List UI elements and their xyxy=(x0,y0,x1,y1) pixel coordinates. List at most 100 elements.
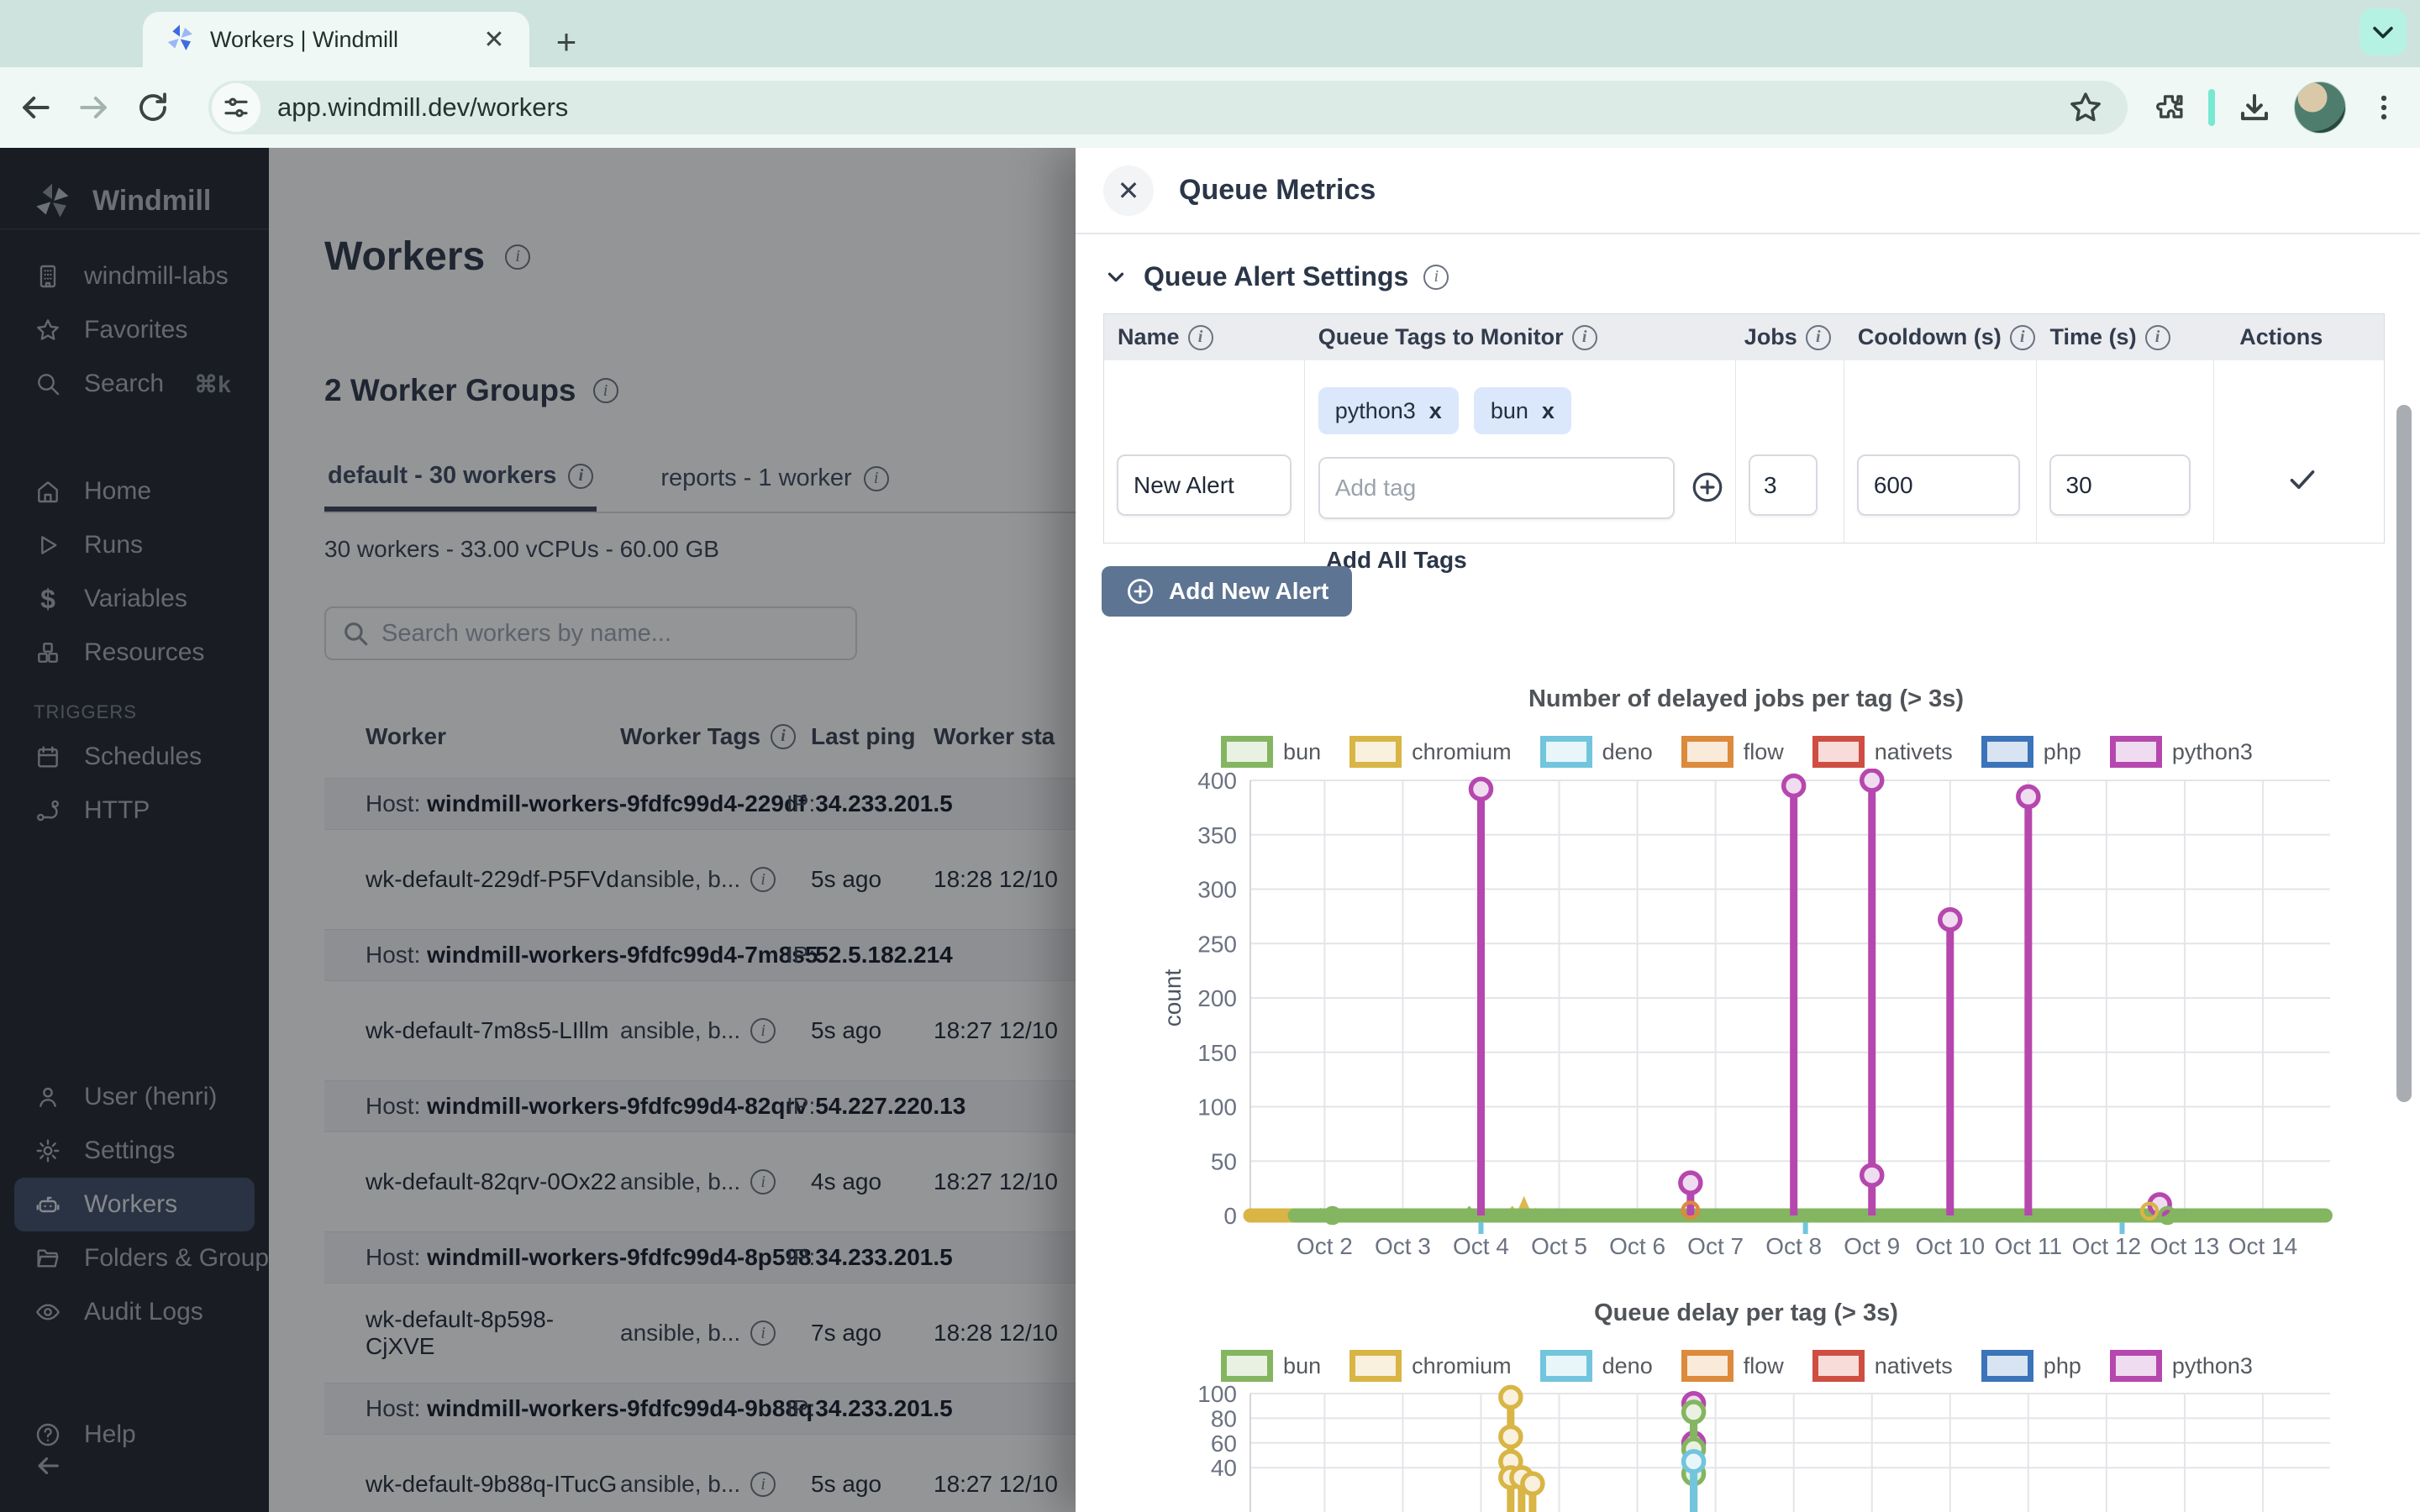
worker-search-input[interactable] xyxy=(381,620,840,648)
sidebar-item-http[interactable]: HTTP xyxy=(0,784,269,837)
sidebar-item-favorites[interactable]: Favorites xyxy=(0,303,269,357)
sidebar-item-workers[interactable]: Workers xyxy=(14,1178,255,1231)
tags-info-icon[interactable]: i xyxy=(750,1169,776,1194)
browser-tab[interactable]: Workers | Windmill ✕ xyxy=(143,12,529,67)
sidebar-item-home[interactable]: Home xyxy=(0,465,269,518)
time-input[interactable] xyxy=(2049,454,2191,516)
jobs-input[interactable] xyxy=(1749,454,1818,516)
site-settings-icon[interactable] xyxy=(212,83,260,132)
tags-info-icon[interactable]: i xyxy=(750,867,776,892)
legend-swatch-chromium[interactable] xyxy=(1349,1350,1402,1382)
add-tag-input[interactable] xyxy=(1318,457,1675,519)
drawer-scrollbar-thumb[interactable] xyxy=(2396,405,2412,1102)
sidebar-item-label: Resources xyxy=(84,638,204,667)
sidebar-item-variables[interactable]: $Variables xyxy=(0,572,269,626)
sidebar-item-runs[interactable]: Runs xyxy=(0,518,269,572)
bookmark-star-icon[interactable] xyxy=(2067,89,2104,126)
add-new-alert-button[interactable]: Add New Alert xyxy=(1102,566,1352,617)
sidebar-item-search[interactable]: Search⌘k xyxy=(0,357,269,411)
tab-info-icon[interactable]: i xyxy=(864,466,889,491)
svg-text:200: 200 xyxy=(1197,985,1237,1011)
queue-metrics-drawer: ✕ Queue Metrics Queue Alert Settings i N… xyxy=(1076,148,2420,1512)
windmill-logo[interactable]: Windmill xyxy=(0,148,269,228)
tag-pill-python3[interactable]: python3x xyxy=(1318,387,1459,434)
browser-menu-kebab-icon[interactable] xyxy=(2368,92,2400,123)
worker-group-tab-0[interactable]: default - 30 workersi xyxy=(324,449,597,512)
downloads-icon[interactable] xyxy=(2237,90,2272,125)
sidebar-workspace-windmill-labs[interactable]: windmill-labs xyxy=(0,249,269,303)
tags-info-icon[interactable]: i xyxy=(750,1472,776,1497)
tab-strip-chevron-button[interactable] xyxy=(2360,8,2407,55)
logo-label: Windmill xyxy=(92,185,211,218)
svg-text:Oct 14: Oct 14 xyxy=(2228,1233,2297,1259)
sidebar-item-label: Home xyxy=(84,477,151,506)
section-chevron-down-icon[interactable] xyxy=(1103,265,1128,290)
col-cooldown-label: Cooldown (s) xyxy=(1858,324,2002,350)
forward-button[interactable] xyxy=(71,84,118,131)
new-tab-button[interactable]: + xyxy=(544,22,588,62)
sidebar-item-folders-groups[interactable]: Folders & Groups... xyxy=(0,1231,269,1285)
tab-info-icon[interactable]: i xyxy=(568,464,593,489)
tags-info-icon[interactable]: i xyxy=(750,1320,776,1346)
url-bar[interactable]: app.windmill.dev/workers xyxy=(208,81,2128,134)
worker-groups-info-icon[interactable]: i xyxy=(593,378,618,403)
remove-tag-icon[interactable]: x xyxy=(1542,398,1555,424)
extensions-puzzle-icon[interactable] xyxy=(2151,90,2186,125)
sidebar-item-schedules[interactable]: Schedules xyxy=(0,730,269,784)
legend-swatch-flow[interactable] xyxy=(1681,736,1733,768)
tag-pill-bun[interactable]: bunx xyxy=(1474,387,1571,434)
cooldown-input[interactable] xyxy=(1857,454,2020,516)
legend-swatch-nativets[interactable] xyxy=(1812,736,1865,768)
worker-group-tab-1[interactable]: reports - 1 workeri xyxy=(657,449,892,512)
legend-label-deno: deno xyxy=(1602,739,1653,765)
workers-info-icon[interactable]: i xyxy=(505,244,530,270)
sidebar-item-user-henri[interactable]: User (henri) xyxy=(0,1070,269,1124)
drawer-close-button[interactable]: ✕ xyxy=(1103,165,1154,216)
star-icon xyxy=(34,316,62,344)
legend-swatch-bun[interactable] xyxy=(1221,736,1273,768)
alert-settings-info-icon[interactable]: i xyxy=(1423,265,1449,290)
svg-text:Oct 5: Oct 5 xyxy=(1531,1233,1587,1259)
alert-name-input[interactable] xyxy=(1117,454,1292,516)
svg-text:100: 100 xyxy=(1197,1095,1237,1121)
queue-delay-chart-title: Queue delay per tag (> 3s) xyxy=(1103,1299,2389,1327)
legend-label-nativets: nativets xyxy=(1875,739,1953,765)
alert-settings-table: Namei Queue Tags to Monitori Jobsi Coold… xyxy=(1103,313,2385,543)
worker-tags-info-icon[interactable]: i xyxy=(771,724,796,749)
legend-swatch-bun[interactable] xyxy=(1221,1350,1273,1382)
tags-info-icon[interactable]: i xyxy=(1572,325,1597,350)
dollar-icon: $ xyxy=(34,585,62,613)
add-tag-plus-icon[interactable] xyxy=(1690,470,1725,509)
remove-tag-icon[interactable]: x xyxy=(1429,398,1442,424)
sidebar-item-settings[interactable]: Settings xyxy=(0,1124,269,1178)
collapse-sidebar-arrow-icon[interactable] xyxy=(34,1452,62,1484)
save-alert-check-icon[interactable] xyxy=(2286,463,2319,501)
col-actions-label: Actions xyxy=(2239,324,2323,350)
sidebar-item-resources[interactable]: Resources xyxy=(0,626,269,680)
sidebar-item-audit-logs[interactable]: Audit Logs xyxy=(0,1285,269,1339)
legend-swatch-deno[interactable] xyxy=(1540,736,1592,768)
cooldown-info-icon[interactable]: i xyxy=(2010,325,2035,350)
time-info-icon[interactable]: i xyxy=(2145,325,2170,350)
url-text[interactable]: app.windmill.dev/workers xyxy=(277,92,2067,123)
legend-label-nativets: nativets xyxy=(1875,1353,1953,1379)
legend-swatch-php[interactable] xyxy=(1981,1350,2033,1382)
jobs-info-icon[interactable]: i xyxy=(1806,325,1831,350)
reload-button[interactable] xyxy=(129,84,176,131)
tab-close-icon[interactable]: ✕ xyxy=(479,25,509,55)
legend-swatch-python3[interactable] xyxy=(2110,736,2162,768)
browser-toolbar: app.windmill.dev/workers xyxy=(0,67,2420,148)
worker-search[interactable] xyxy=(324,606,857,660)
profile-avatar[interactable] xyxy=(2294,81,2346,134)
tags-info-icon[interactable]: i xyxy=(750,1018,776,1043)
legend-swatch-php[interactable] xyxy=(1981,736,2033,768)
legend-swatch-nativets[interactable] xyxy=(1812,1350,1865,1382)
svg-text:Oct 7: Oct 7 xyxy=(1687,1233,1744,1259)
back-button[interactable] xyxy=(12,84,59,131)
play-icon xyxy=(34,531,62,559)
legend-swatch-deno[interactable] xyxy=(1540,1350,1592,1382)
name-info-icon[interactable]: i xyxy=(1188,325,1213,350)
legend-swatch-python3[interactable] xyxy=(2110,1350,2162,1382)
legend-swatch-chromium[interactable] xyxy=(1349,736,1402,768)
legend-swatch-flow[interactable] xyxy=(1681,1350,1733,1382)
